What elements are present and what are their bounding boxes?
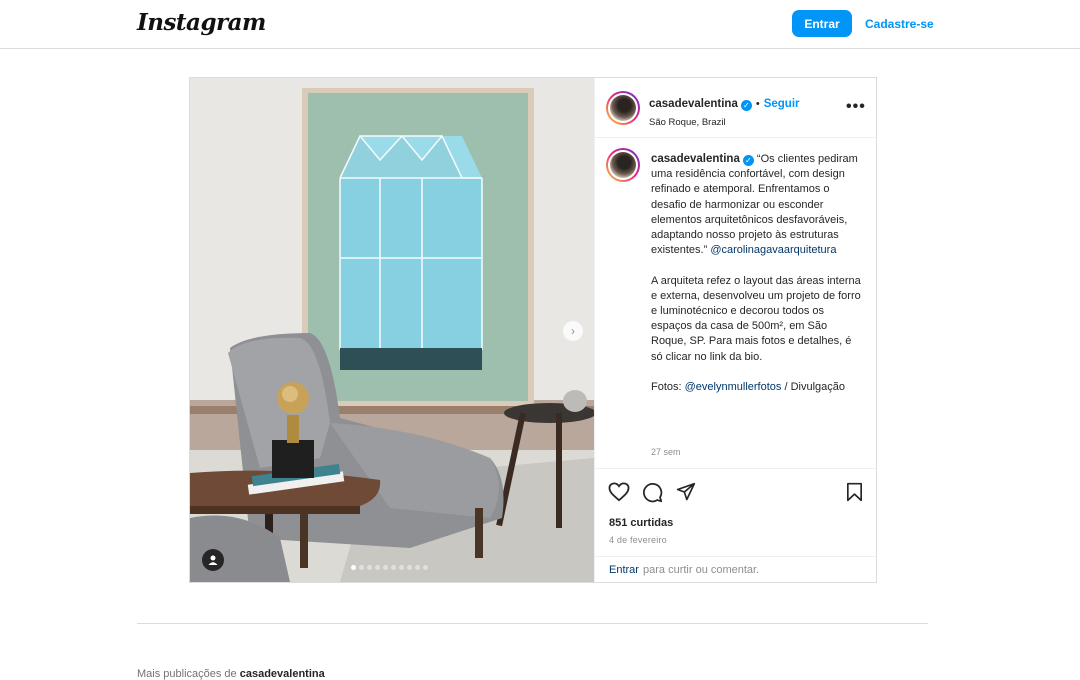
action-bar: 851 curtidas 4 de fevereiro bbox=[595, 468, 878, 556]
more-posts-user[interactable]: casadevalentina bbox=[240, 668, 325, 680]
instagram-logo[interactable]: Instagram bbox=[137, 9, 266, 36]
more-posts-prefix: Mais publicações de bbox=[137, 668, 237, 680]
comment-bar: Entrar para curtir ou comentar. bbox=[595, 556, 878, 582]
post-sidebar: casadevalentina ✓ • Seguir São Roque, Brazi… bbox=[594, 78, 878, 582]
interior-photo bbox=[190, 78, 594, 582]
photos-suffix: / Divulgação bbox=[784, 381, 846, 394]
carousel-dot bbox=[351, 565, 356, 570]
post-header: casadevalentina ✓ • Seguir São Roque, Brazi… bbox=[595, 78, 878, 138]
verified-badge-icon: ✓ bbox=[742, 155, 754, 166]
more-options-icon[interactable]: ••• bbox=[846, 98, 866, 116]
avatar[interactable] bbox=[606, 91, 640, 125]
photographer-mention-link[interactable]: @evelynmullerfotos bbox=[685, 381, 782, 393]
carousel-dot bbox=[367, 565, 372, 570]
top-bar: Instagram Entrar Cadastre-se bbox=[0, 0, 1080, 49]
caption-time: 27 sem bbox=[651, 447, 681, 457]
header-username[interactable]: casadevalentina bbox=[649, 98, 738, 110]
caption-text: casadevalentina ✓ “Os clientes pediram um… bbox=[651, 152, 861, 395]
caption-quote: “Os clientes pediram uma residência conf… bbox=[651, 153, 858, 257]
comment-prompt: para curtir ou comentar. bbox=[643, 564, 760, 576]
comment-login-link[interactable]: Entrar bbox=[609, 564, 639, 576]
divider bbox=[137, 623, 928, 624]
post-date: 4 de fevereiro bbox=[609, 535, 667, 545]
follow-button[interactable]: Seguir bbox=[764, 98, 800, 110]
likes-count[interactable]: 851 curtidas bbox=[609, 517, 673, 529]
location-link[interactable]: São Roque, Brazil bbox=[649, 117, 800, 128]
caption-avatar[interactable] bbox=[606, 148, 640, 182]
carousel-dot bbox=[391, 565, 396, 570]
carousel-indicator bbox=[351, 565, 428, 570]
verified-badge-icon: ✓ bbox=[740, 100, 752, 111]
more-posts-heading: Mais publicações de casadevalentina bbox=[137, 668, 325, 680]
carousel-dot bbox=[359, 565, 364, 570]
next-arrow-icon[interactable]: › bbox=[563, 321, 583, 341]
carousel-dot bbox=[415, 565, 420, 570]
photos-label: Fotos: bbox=[651, 381, 682, 394]
post-card: › casadevalentina ✓ • Seguir São Roque, Bra… bbox=[189, 77, 878, 583]
carousel-dot bbox=[375, 565, 380, 570]
carousel-dot bbox=[423, 565, 428, 570]
caption-paragraph: A arquiteta refez o layout das áreas int… bbox=[651, 274, 861, 363]
caption-username[interactable]: casadevalentina bbox=[651, 153, 740, 165]
heart-icon[interactable] bbox=[608, 482, 630, 507]
user-tag-icon[interactable] bbox=[202, 549, 224, 571]
caption-section: casadevalentina ✓ “Os clientes pediram um… bbox=[595, 138, 878, 468]
carousel-dot bbox=[407, 565, 412, 570]
bookmark-icon[interactable] bbox=[846, 482, 863, 507]
header-separator: • bbox=[755, 98, 760, 110]
share-icon[interactable] bbox=[676, 482, 696, 507]
comment-icon[interactable] bbox=[642, 482, 663, 508]
post-header-text: casadevalentina ✓ • Seguir São Roque, Brazi… bbox=[649, 94, 800, 128]
carousel-dot bbox=[383, 565, 388, 570]
carousel-dot bbox=[399, 565, 404, 570]
signup-link[interactable]: Cadastre-se bbox=[865, 17, 934, 31]
post-image[interactable]: › bbox=[190, 78, 594, 582]
mention-link[interactable]: @carolinagavaarquitetura bbox=[710, 244, 836, 256]
login-button[interactable]: Entrar bbox=[792, 10, 852, 37]
